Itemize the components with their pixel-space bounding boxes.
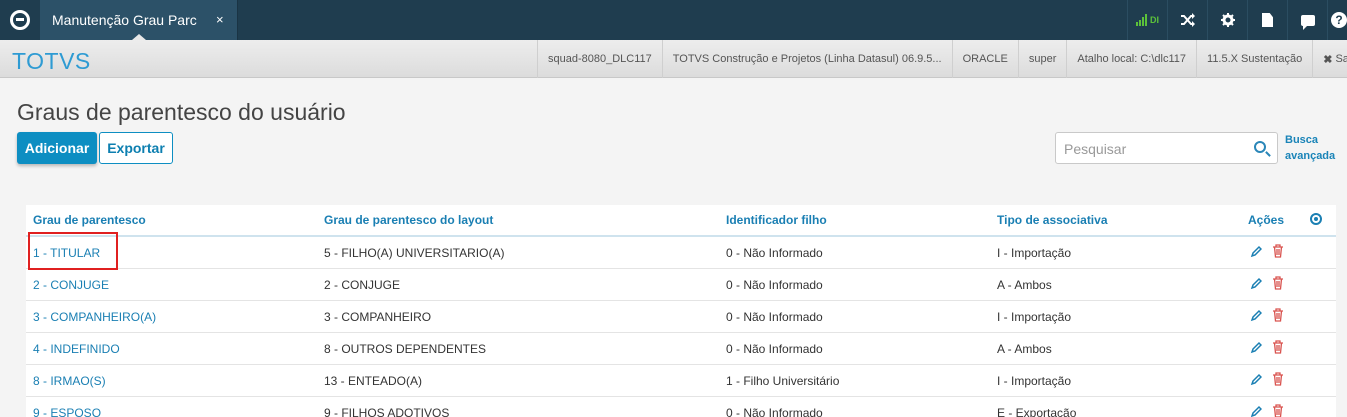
cell-tipo: A - Ambos xyxy=(997,278,1052,292)
signal-label: DI xyxy=(1150,15,1159,25)
database-info: ORACLE xyxy=(951,40,1018,78)
column-settings-icon[interactable] xyxy=(1310,213,1322,225)
cell-layout: 5 - FILHO(A) UNIVERSITARIO(A) xyxy=(324,246,505,260)
chat-icon[interactable] xyxy=(1287,0,1327,40)
totvs-logo-icon[interactable] xyxy=(0,0,40,40)
col-identificador-filho[interactable]: Identificador filho xyxy=(726,213,827,227)
cell-tipo: I - Importação xyxy=(997,310,1072,324)
export-button[interactable]: Exportar xyxy=(99,132,173,164)
edit-icon[interactable] xyxy=(1250,373,1262,387)
cell-layout: 8 - OUTROS DEPENDENTES xyxy=(324,342,487,356)
table-row: 4 - INDEFINIDO 8 - OUTROS DEPENDENTES 0 … xyxy=(26,333,1336,365)
table-header: Grau de parentesco Grau de parentesco do… xyxy=(26,205,1336,237)
help-icon[interactable]: ? xyxy=(1327,0,1347,40)
col-acoes: Ações xyxy=(1248,213,1285,227)
grau-link[interactable]: 2 - CONJUGE xyxy=(33,278,109,292)
grau-link[interactable]: 8 - IRMAO(S) xyxy=(33,374,106,388)
add-button[interactable]: Adicionar xyxy=(17,132,97,164)
edit-icon[interactable] xyxy=(1250,245,1262,259)
server-info: squad-8080_DLC117 xyxy=(537,40,662,78)
table-row: 1 - TITULAR 5 - FILHO(A) UNIVERSITARIO(A… xyxy=(26,237,1336,269)
page-title: Graus de parentesco do usuário xyxy=(17,99,346,125)
search-input[interactable] xyxy=(1064,139,1244,159)
user-info: super xyxy=(1017,40,1067,78)
col-tipo-associativa[interactable]: Tipo de associativa xyxy=(997,213,1108,227)
delete-icon[interactable] xyxy=(1272,340,1284,354)
cell-filho: 0 - Não Informado xyxy=(726,278,823,292)
tab-title: Manutenção Grau Parc xyxy=(52,12,197,28)
table-row: 3 - COMPANHEIRO(A) 3 - COMPANHEIRO 0 - N… xyxy=(26,301,1336,333)
cell-layout: 2 - CONJUGE xyxy=(324,278,401,292)
cell-filho: 0 - Não Informado xyxy=(726,310,823,324)
cell-tipo: A - Ambos xyxy=(997,342,1052,356)
edit-icon[interactable] xyxy=(1250,405,1262,417)
info-bar: TOTVS squad-8080_DLC117 TOTVS Construção… xyxy=(0,40,1347,78)
delete-icon[interactable] xyxy=(1272,276,1284,290)
product-info: TOTVS Construção e Projetos (Linha Datas… xyxy=(661,40,952,78)
advanced-search-line1: Busca xyxy=(1285,134,1319,146)
search-icon[interactable] xyxy=(1254,141,1266,153)
cell-filho: 0 - Não Informado xyxy=(726,406,823,417)
close-icon: ✖ xyxy=(1323,53,1333,66)
cell-tipo: E - Exportação xyxy=(997,406,1077,417)
cell-filho: 0 - Não Informado xyxy=(726,246,823,260)
gear-icon[interactable] xyxy=(1207,0,1247,40)
table-row: 8 - IRMAO(S) 13 - ENTEADO(A) 1 - Filho U… xyxy=(26,365,1336,397)
grau-link[interactable]: 4 - INDEFINIDO xyxy=(33,342,120,356)
edit-icon[interactable] xyxy=(1250,341,1262,355)
shuffle-icon[interactable] xyxy=(1167,0,1207,40)
session-info: squad-8080_DLC117 TOTVS Construção e Pro… xyxy=(537,40,1347,78)
cell-tipo: I - Importação xyxy=(997,246,1072,260)
delete-icon[interactable] xyxy=(1272,404,1284,417)
tab-close-icon[interactable]: × xyxy=(216,12,224,27)
document-icon[interactable] xyxy=(1247,0,1287,40)
cell-layout: 9 - FILHOS ADOTIVOS xyxy=(324,406,450,417)
cell-layout: 13 - ENTEADO(A) xyxy=(324,374,423,388)
table-row: 2 - CONJUGE 2 - CONJUGE 0 - Não Informad… xyxy=(26,269,1336,301)
grid-table: Grau de parentesco Grau de parentesco do… xyxy=(26,205,1336,417)
delete-icon[interactable] xyxy=(1272,308,1284,322)
edit-icon[interactable] xyxy=(1250,277,1262,291)
delete-icon[interactable] xyxy=(1272,244,1284,258)
top-icons: DI ? xyxy=(1127,0,1347,40)
grau-link[interactable]: 9 - ESPOSO xyxy=(33,406,101,417)
edit-icon[interactable] xyxy=(1250,309,1262,323)
cell-tipo: I - Importação xyxy=(997,374,1072,388)
advanced-search-line2: avançada xyxy=(1285,150,1336,162)
exit-label: Sa xyxy=(1335,53,1347,65)
search-box xyxy=(1055,132,1278,164)
shortcut-info: Atalho local: C:\dlc117 xyxy=(1066,40,1196,78)
brand-logo: TOTVS xyxy=(12,48,91,74)
version-info: 11.5.X Sustentação xyxy=(1196,40,1312,78)
col-grau-layout[interactable]: Grau de parentesco do layout xyxy=(324,213,493,227)
cell-filho: 0 - Não Informado xyxy=(726,342,823,356)
highlight-box xyxy=(28,232,118,270)
delete-icon[interactable] xyxy=(1272,372,1284,386)
connection-signal-icon[interactable]: DI xyxy=(1127,0,1167,40)
exit-button[interactable]: ✖ Sa xyxy=(1312,40,1347,78)
advanced-search-link[interactable]: Busca avançada xyxy=(1285,132,1345,164)
cell-filho: 1 - Filho Universitário xyxy=(726,374,840,388)
col-grau-parentesco[interactable]: Grau de parentesco xyxy=(33,213,146,227)
top-bar: Manutenção Grau Parc × DI ? xyxy=(0,0,1347,40)
table-row: 9 - ESPOSO 9 - FILHOS ADOTIVOS 0 - Não I… xyxy=(26,397,1336,417)
grau-link[interactable]: 3 - COMPANHEIRO(A) xyxy=(33,310,156,324)
cell-layout: 3 - COMPANHEIRO xyxy=(324,310,432,324)
